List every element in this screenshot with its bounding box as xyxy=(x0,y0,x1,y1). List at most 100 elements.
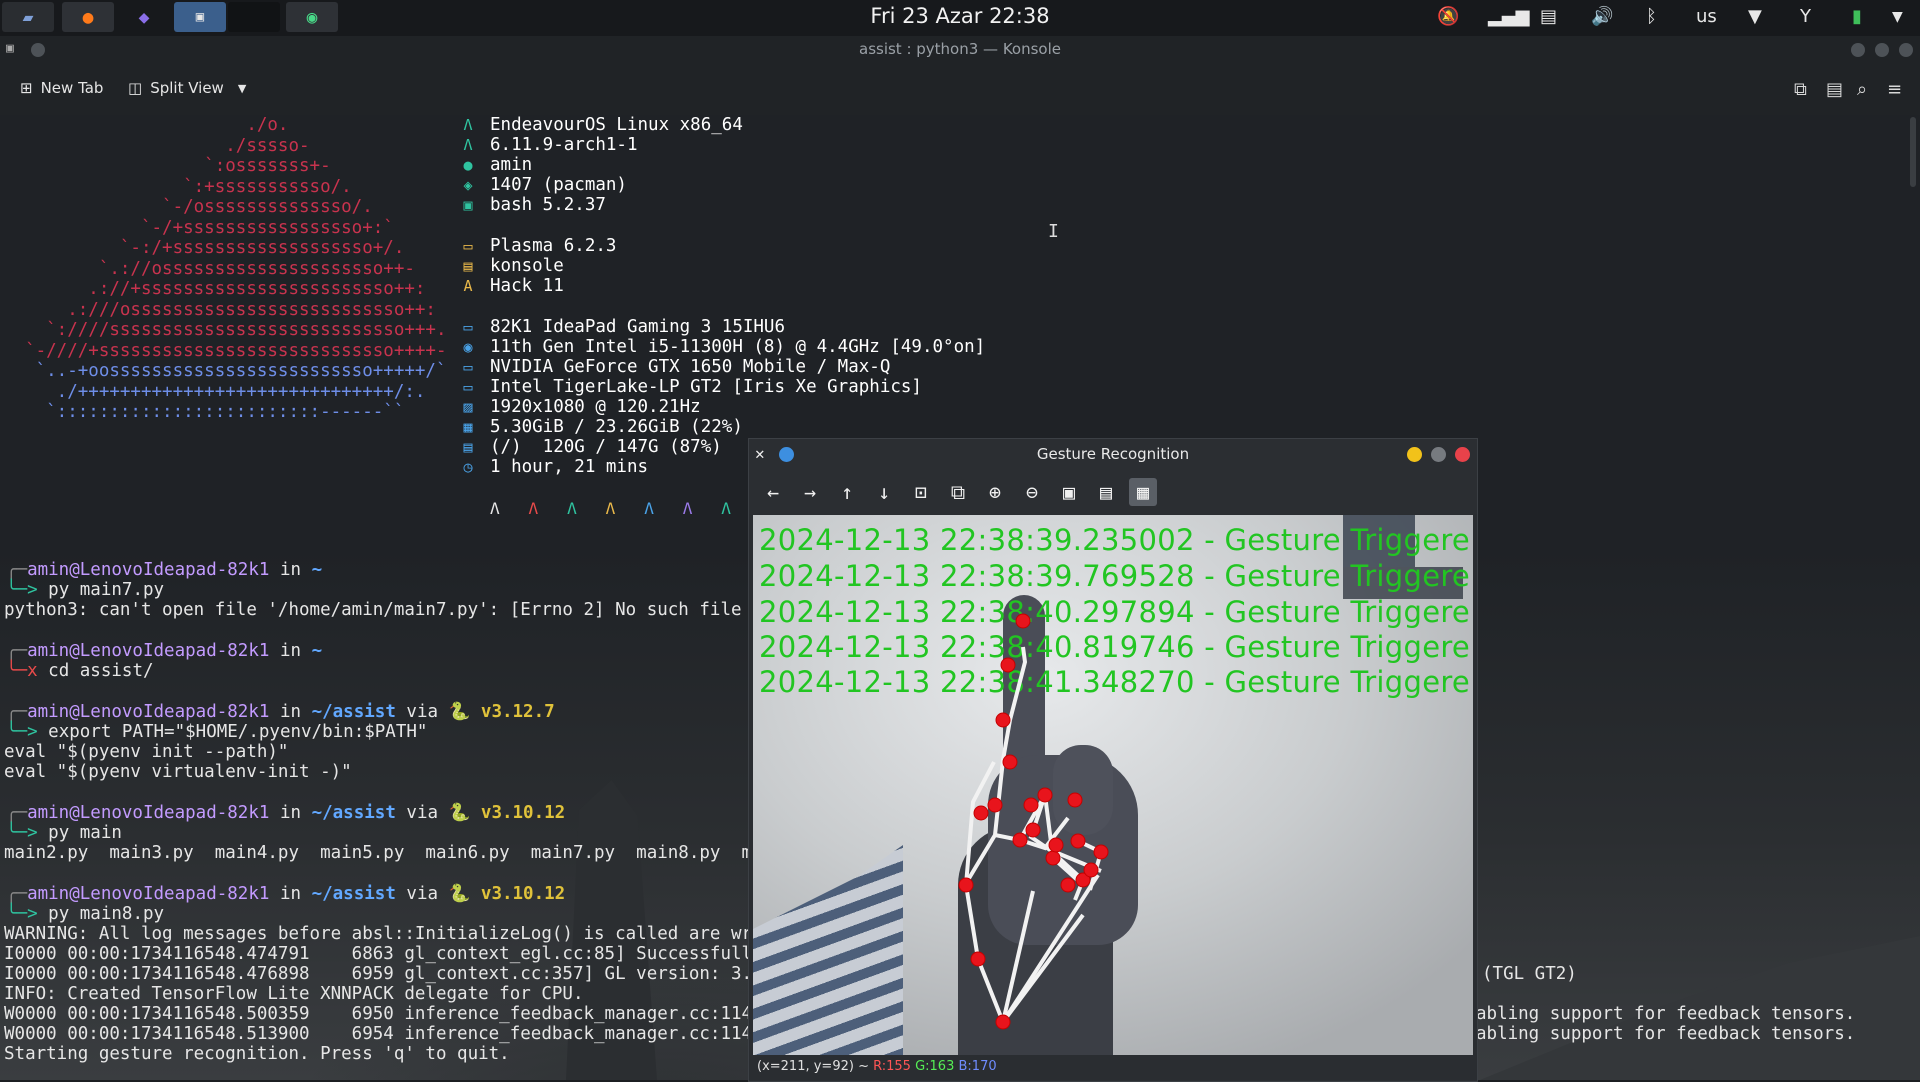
logo-line: ./sssso- xyxy=(4,135,310,156)
gesture-recognition-window[interactable]: ✕ Gesture Recognition ← → ↑ ↓ ⊡ ⧉ ⊕ ⊖ ▣ … xyxy=(748,438,1478,1082)
new-tab-icon: ⊞ xyxy=(20,79,33,97)
zoom-out-icon[interactable]: ⊖ xyxy=(1018,478,1046,506)
system-info-value: 1920x1080 @ 120.21Hz xyxy=(490,397,701,417)
pan-right-icon[interactable]: → xyxy=(796,478,824,506)
output-line: INFO: Created TensorFlow Lite XNNPACK de… xyxy=(4,984,584,1004)
new-tab-button[interactable]: ⊞ New Tab xyxy=(20,79,103,97)
command-line: ╰─> py main xyxy=(6,823,122,843)
tux-icon: ◉ xyxy=(306,6,318,28)
command-line: ╰─> py main7.py xyxy=(6,580,165,600)
logo-line: .:///ossssssssssssssssssssssssso++: xyxy=(4,299,436,320)
maximize-button[interactable] xyxy=(1431,447,1446,462)
system-info-value: 6.11.9-arch1-1 xyxy=(490,135,638,155)
wallpaper-hill xyxy=(1480,936,1920,1080)
zoom-in-icon[interactable]: ⊕ xyxy=(981,478,1009,506)
de-icon: ▭ xyxy=(463,237,473,255)
konsole-task[interactable]: ▰ xyxy=(2,2,54,32)
output-line: W0000 00:00:1734116548.513900 6954 infer… xyxy=(4,1024,763,1044)
maximize-button[interactable] xyxy=(1875,43,1889,57)
camera-frame[interactable]: 2024-12-13 22:38:39.235002 - Gesture Tri… xyxy=(753,515,1473,1055)
tux-task[interactable]: ◉ xyxy=(286,2,338,32)
copy-icon[interactable]: ⧉ xyxy=(1794,79,1807,100)
search-icon[interactable]: ⌕ xyxy=(1857,79,1867,100)
gesture-toolbar: ← → ↑ ↓ ⊡ ⧉ ⊕ ⊖ ▣ ▤ ▦ xyxy=(749,470,1477,514)
output-line: W0000 00:00:1734116548.500359 6950 infer… xyxy=(4,1004,763,1024)
logo-line: `-:/+sssssssssssssssssso+/. xyxy=(4,238,405,258)
gesture-task[interactable]: ▣ xyxy=(174,2,226,32)
battery-icon[interactable]: ▮ xyxy=(1852,6,1862,27)
split-view-label: Split View xyxy=(150,79,224,97)
output-line: (TGL GT2) xyxy=(1482,964,1577,984)
firefox-task[interactable]: ● xyxy=(62,2,114,32)
output-line: abling support for feedback tensors. xyxy=(1476,1024,1856,1044)
close-button[interactable] xyxy=(1899,43,1913,57)
minimize-button[interactable] xyxy=(1851,43,1865,57)
app-icon: ◆ xyxy=(138,6,150,28)
konsole-toolbar: ⊞ New Tab ◫ Split View ▼ ⧉ ▤ ⌕ ≡ xyxy=(0,63,1920,115)
logo-line: ./++++++++++++++++++++++++++++++/:. xyxy=(4,381,426,402)
hamburger-menu-icon[interactable]: ≡ xyxy=(1887,79,1902,100)
volume-icon[interactable]: 🔊 xyxy=(1591,6,1613,27)
output-line: python3: can't open file '/home/amin/mai… xyxy=(4,600,774,620)
output-line: I0000 00:00:1734116548.474791 6863 gl_co… xyxy=(4,944,763,964)
firefox-icon: ● xyxy=(82,6,94,28)
kernel-icon: Λ xyxy=(463,136,473,154)
chevron-down-icon[interactable]: ▼ xyxy=(1892,9,1903,25)
vpn-icon[interactable]: Y xyxy=(1800,6,1811,27)
empty-task[interactable] xyxy=(228,2,280,32)
prompt-line: ╭─amin@LenovoIdeapad-82k1 in ~/assist vi… xyxy=(6,702,555,722)
wifi-icon[interactable]: ▼ xyxy=(1748,6,1762,27)
system-info-value: EndeavourOS Linux x86_64 xyxy=(490,115,743,135)
close-button[interactable] xyxy=(1455,447,1470,462)
output-line: WARNING: All log messages before absl::I… xyxy=(4,924,774,944)
color-palette: Λ Λ Λ Λ Λ Λ Λ xyxy=(490,499,731,518)
output-line: main2.py main3.py main4.py main5.py main… xyxy=(4,843,774,863)
bluetooth-icon[interactable]: ᛒ xyxy=(1646,6,1657,27)
output-line: I0000 00:00:1734116548.476898 6959 gl_co… xyxy=(4,964,763,984)
logo-line: `..-+oosssssssssssssssssssssssso+++++/` xyxy=(4,361,447,381)
notifications-off-icon[interactable]: 🔕 xyxy=(1437,6,1459,27)
copy-to-clipboard-icon[interactable]: ▤ xyxy=(1092,478,1120,506)
save-icon[interactable]: ▣ xyxy=(1055,478,1083,506)
gesture-titlebar[interactable]: ✕ Gesture Recognition xyxy=(749,439,1477,470)
logo-line: `:::::::::::::::::::::::::------`` xyxy=(4,402,405,422)
terminal-icon: ▤ xyxy=(463,257,473,275)
network-icon[interactable]: ▂▄▆ xyxy=(1488,6,1530,27)
uptime-icon: ◷ xyxy=(463,458,473,476)
prompt-line: ╭─amin@LenovoIdeapad-82k1 in ~ xyxy=(6,641,323,661)
scrollbar[interactable] xyxy=(1910,117,1916,187)
command-line: ╰─> export PATH="$HOME/.pyenv/bin:$PATH" xyxy=(6,722,428,742)
pan-up-icon[interactable]: ↑ xyxy=(833,478,861,506)
logo-line: `-/ossssssssssssso/. xyxy=(4,197,373,217)
system-info-value: konsole xyxy=(490,256,564,276)
logo-line: `.://osssssssssssssssssssso++- xyxy=(4,258,415,279)
zoom-original-icon[interactable]: ⧉ xyxy=(944,478,972,506)
app-task[interactable]: ◆ xyxy=(118,2,170,32)
prompt-line: ╭─amin@LenovoIdeapad-82k1 in ~/assist vi… xyxy=(6,884,566,904)
system-info-value: Hack 11 xyxy=(490,276,564,296)
display-icon: ▨ xyxy=(463,398,473,416)
pan-left-icon[interactable]: ← xyxy=(759,478,787,506)
window-titlebar[interactable]: ▣ assist : python3 — Konsole xyxy=(0,36,1920,63)
system-info-value: 11th Gen Intel i5-11300H (8) @ 4.4GHz [4… xyxy=(490,337,986,357)
laptop-icon: ▭ xyxy=(463,318,473,336)
pixel-green: G:163 xyxy=(915,1059,955,1074)
cursor-position: (x=211, y=92) ~ xyxy=(757,1059,869,1074)
cpu-icon: ◉ xyxy=(463,338,473,356)
chevron-down-icon: ▼ xyxy=(237,81,247,95)
clipboard-icon[interactable]: ▤ xyxy=(1540,6,1557,27)
split-view-button[interactable]: ◫ Split View ▼ xyxy=(128,79,246,97)
text-cursor-icon: I xyxy=(1048,221,1059,242)
minimize-button[interactable] xyxy=(1407,447,1422,462)
keyboard-layout[interactable]: us xyxy=(1696,6,1717,27)
gesture-window-title: Gesture Recognition xyxy=(1036,445,1190,463)
zoom-fit-icon[interactable]: ⊡ xyxy=(907,478,935,506)
output-line: Starting gesture recognition. Press 'q' … xyxy=(4,1044,510,1064)
disk-icon: ▤ xyxy=(463,438,473,456)
paste-icon[interactable]: ▤ xyxy=(1826,79,1843,100)
properties-icon[interactable]: ▦ xyxy=(1129,478,1157,506)
package-icon: ◈ xyxy=(463,176,473,194)
system-info-value: 1 hour, 21 mins xyxy=(490,457,649,477)
pan-down-icon[interactable]: ↓ xyxy=(870,478,898,506)
gpu-icon: ▭ xyxy=(463,358,473,376)
